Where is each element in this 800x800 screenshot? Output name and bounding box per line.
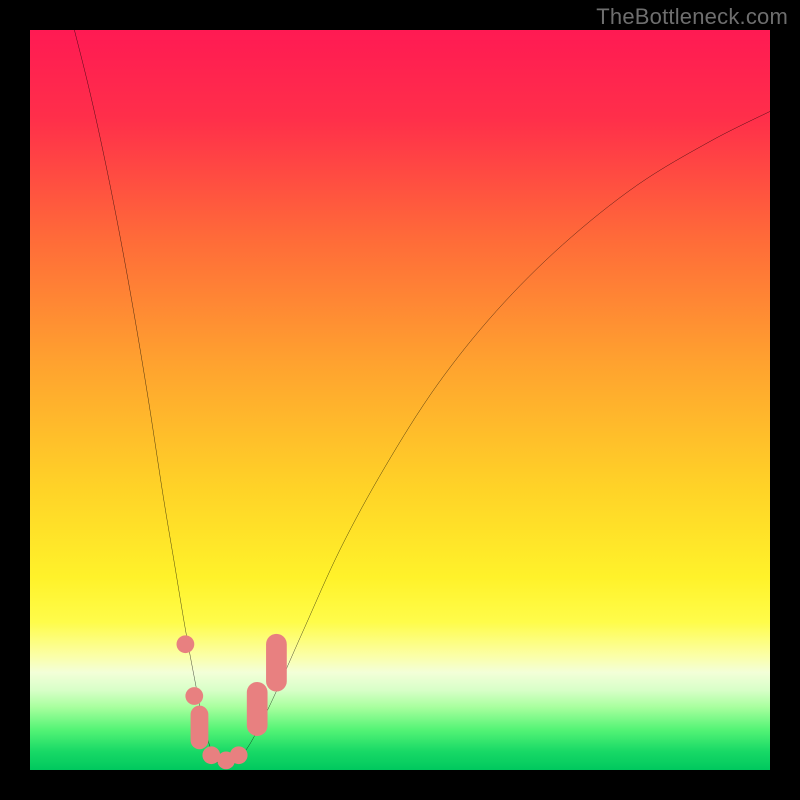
curve-markers — [177, 634, 287, 769]
marker-dot — [185, 687, 203, 705]
bottleneck-curve — [74, 30, 770, 766]
marker-pill — [247, 682, 268, 736]
plot-area — [30, 30, 770, 770]
marker-dot — [177, 635, 195, 653]
chart-frame: TheBottleneck.com — [0, 0, 800, 800]
marker-pill — [191, 706, 209, 750]
marker-pill — [266, 634, 287, 692]
curve-layer — [30, 30, 770, 770]
marker-dot — [230, 746, 248, 764]
watermark-text: TheBottleneck.com — [596, 4, 788, 30]
